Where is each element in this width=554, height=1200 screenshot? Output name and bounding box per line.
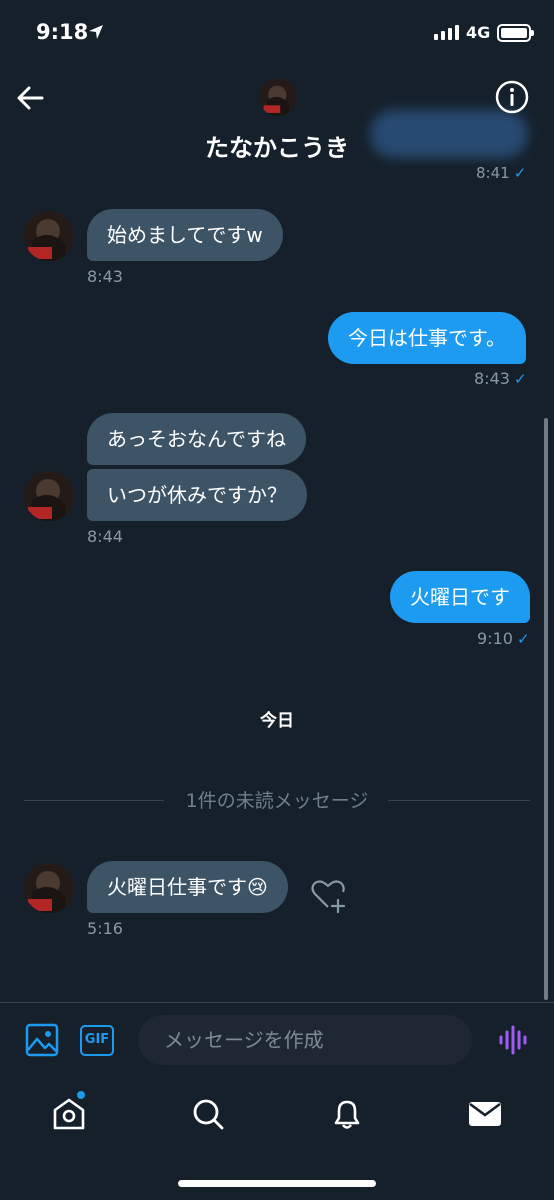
home-indicator — [178, 1180, 376, 1187]
day-separator: 今日 — [260, 711, 294, 731]
status-bar: 9:18 4G — [0, 0, 554, 64]
message-bubble-outgoing[interactable]: 火曜日です — [390, 571, 530, 623]
avatar[interactable] — [24, 863, 74, 913]
message-bubble-incoming[interactable]: あっそおなんですね — [87, 413, 306, 465]
mail-icon — [469, 1102, 501, 1126]
divider — [0, 1002, 554, 1003]
heart-add-icon[interactable] — [309, 876, 347, 914]
home-icon — [53, 1098, 85, 1130]
battery-icon — [497, 24, 534, 42]
tab-search[interactable] — [188, 1094, 228, 1134]
back-arrow-icon[interactable] — [14, 82, 46, 114]
header-avatar[interactable] — [259, 78, 297, 116]
tab-notifications[interactable] — [327, 1094, 367, 1134]
network-type: 4G — [466, 23, 491, 42]
voice-message-icon[interactable] — [497, 1024, 529, 1056]
unread-divider: 1件の未読メッセージ — [185, 790, 369, 812]
message-timestamp: 5:16 — [87, 919, 123, 938]
message-timestamp: 8:41 ✓ — [476, 164, 527, 182]
message-input[interactable] — [138, 1015, 472, 1065]
image-icon[interactable] — [25, 1023, 59, 1057]
message-bubble-incoming[interactable]: いつが休みですか？ — [87, 469, 307, 521]
tab-messages[interactable] — [465, 1094, 505, 1134]
scrollbar[interactable] — [544, 418, 548, 1000]
conversation-title[interactable]: たなかこうき — [0, 128, 554, 163]
bell-icon — [334, 1100, 360, 1129]
search-icon — [193, 1099, 224, 1130]
tab-home[interactable] — [49, 1094, 89, 1134]
message-timestamp: 8:44 — [87, 527, 123, 546]
message-bubble-incoming[interactable]: 火曜日仕事です😢 — [87, 861, 288, 913]
message-timestamp: 8:43 ✓ — [474, 369, 527, 388]
read-check-icon: ✓ — [513, 370, 527, 388]
status-time: 9:18 — [36, 20, 89, 44]
info-icon[interactable] — [495, 80, 529, 114]
avatar[interactable] — [24, 211, 74, 261]
read-check-icon: ✓ — [513, 164, 527, 182]
message-timestamp: 9:10 ✓ — [477, 629, 530, 648]
notification-dot — [76, 1090, 86, 1100]
avatar[interactable] — [24, 471, 74, 521]
gif-button[interactable]: GIF — [80, 1025, 114, 1056]
message-bubble-outgoing[interactable]: 今日は仕事です。 — [328, 312, 526, 364]
message-bubble-incoming[interactable]: 始めましてですw — [87, 209, 283, 261]
read-check-icon: ✓ — [516, 630, 530, 648]
message-timestamp: 8:43 — [87, 267, 123, 286]
location-arrow-icon — [89, 25, 103, 39]
signal-icon — [434, 25, 459, 40]
